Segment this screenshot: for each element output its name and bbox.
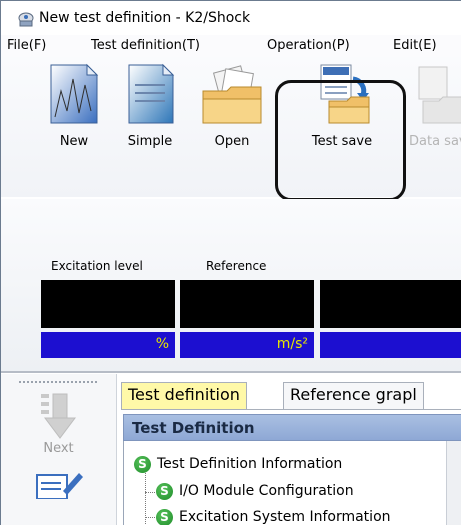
tree-item-label: Excitation System Information — [179, 509, 391, 525]
meter-unit-bar: m/s² — [180, 332, 314, 358]
new-button-label: New — [59, 134, 89, 149]
meter-unit-bar — [320, 332, 461, 358]
data-save-icon — [418, 66, 461, 124]
menu-test-definition[interactable]: Test definition(T) — [91, 38, 200, 53]
menu-edit[interactable]: Edit(E) — [393, 38, 437, 53]
edit-pencil-icon[interactable] — [33, 469, 85, 499]
open-button[interactable]: Open — [197, 61, 267, 153]
menu-file[interactable]: File(F) — [7, 38, 46, 53]
meter-unit: m/s² — [276, 336, 308, 352]
next-button-label: Next — [43, 441, 74, 456]
down-arrow-icon — [41, 393, 76, 439]
window-title: New test definition - K2/Shock — [39, 10, 251, 26]
excitation-level-meter: % — [41, 280, 175, 368]
simple-button[interactable]: Simple — [115, 61, 185, 153]
tree-connector — [145, 517, 155, 518]
meter-display — [320, 280, 461, 328]
panel-grip[interactable] — [19, 381, 97, 383]
menu-operation[interactable]: Operation(P) — [267, 38, 350, 53]
status-s-icon: S — [156, 509, 173, 525]
excitation-level-label: Excitation level — [51, 259, 143, 273]
test-definition-header: Test Definition — [123, 414, 461, 441]
meter-display — [41, 280, 175, 328]
reference-label: Reference — [206, 259, 267, 273]
status-s-icon: S — [134, 456, 151, 473]
tree-scrollbar[interactable] — [446, 441, 461, 525]
third-meter — [320, 280, 461, 368]
menu-bar: File(F) Test definition(T) Operation(P) … — [1, 35, 461, 58]
tab-reference-graph[interactable]: Reference grapl — [283, 382, 424, 409]
status-s-icon: S — [156, 483, 173, 500]
tab-baseline — [121, 409, 461, 410]
simple-button-label: Simple — [127, 134, 173, 149]
new-button[interactable]: New — [39, 61, 109, 153]
data-save-button-label: Data sav — [409, 134, 461, 149]
simple-document-icon — [128, 63, 175, 124]
tab-strip: Test definition Reference grapl — [121, 382, 461, 410]
reference-meter: m/s² — [180, 280, 314, 368]
tab-test-definition[interactable]: Test definition — [121, 382, 247, 409]
open-folder-icon — [202, 65, 262, 124]
title-bar: New test definition - K2/Shock — [1, 1, 461, 35]
data-save-button[interactable]: Data sav — [409, 61, 461, 153]
meter-unit: % — [155, 336, 169, 352]
side-panel: Next — [1, 374, 117, 525]
new-document-icon — [50, 63, 99, 124]
meter-display — [180, 280, 314, 328]
app-icon — [18, 12, 34, 27]
meter-unit-bar: % — [41, 332, 175, 358]
tree-item-label: Test Definition Information — [157, 456, 343, 472]
monitor-separator — [1, 371, 461, 373]
tree-connector — [145, 492, 155, 493]
application-window: New test definition - K2/Shock File(F) T… — [0, 0, 461, 525]
tree-item-label: I/O Module Configuration — [179, 483, 354, 499]
open-button-label: Open — [214, 134, 250, 149]
test-save-highlight — [275, 80, 406, 201]
